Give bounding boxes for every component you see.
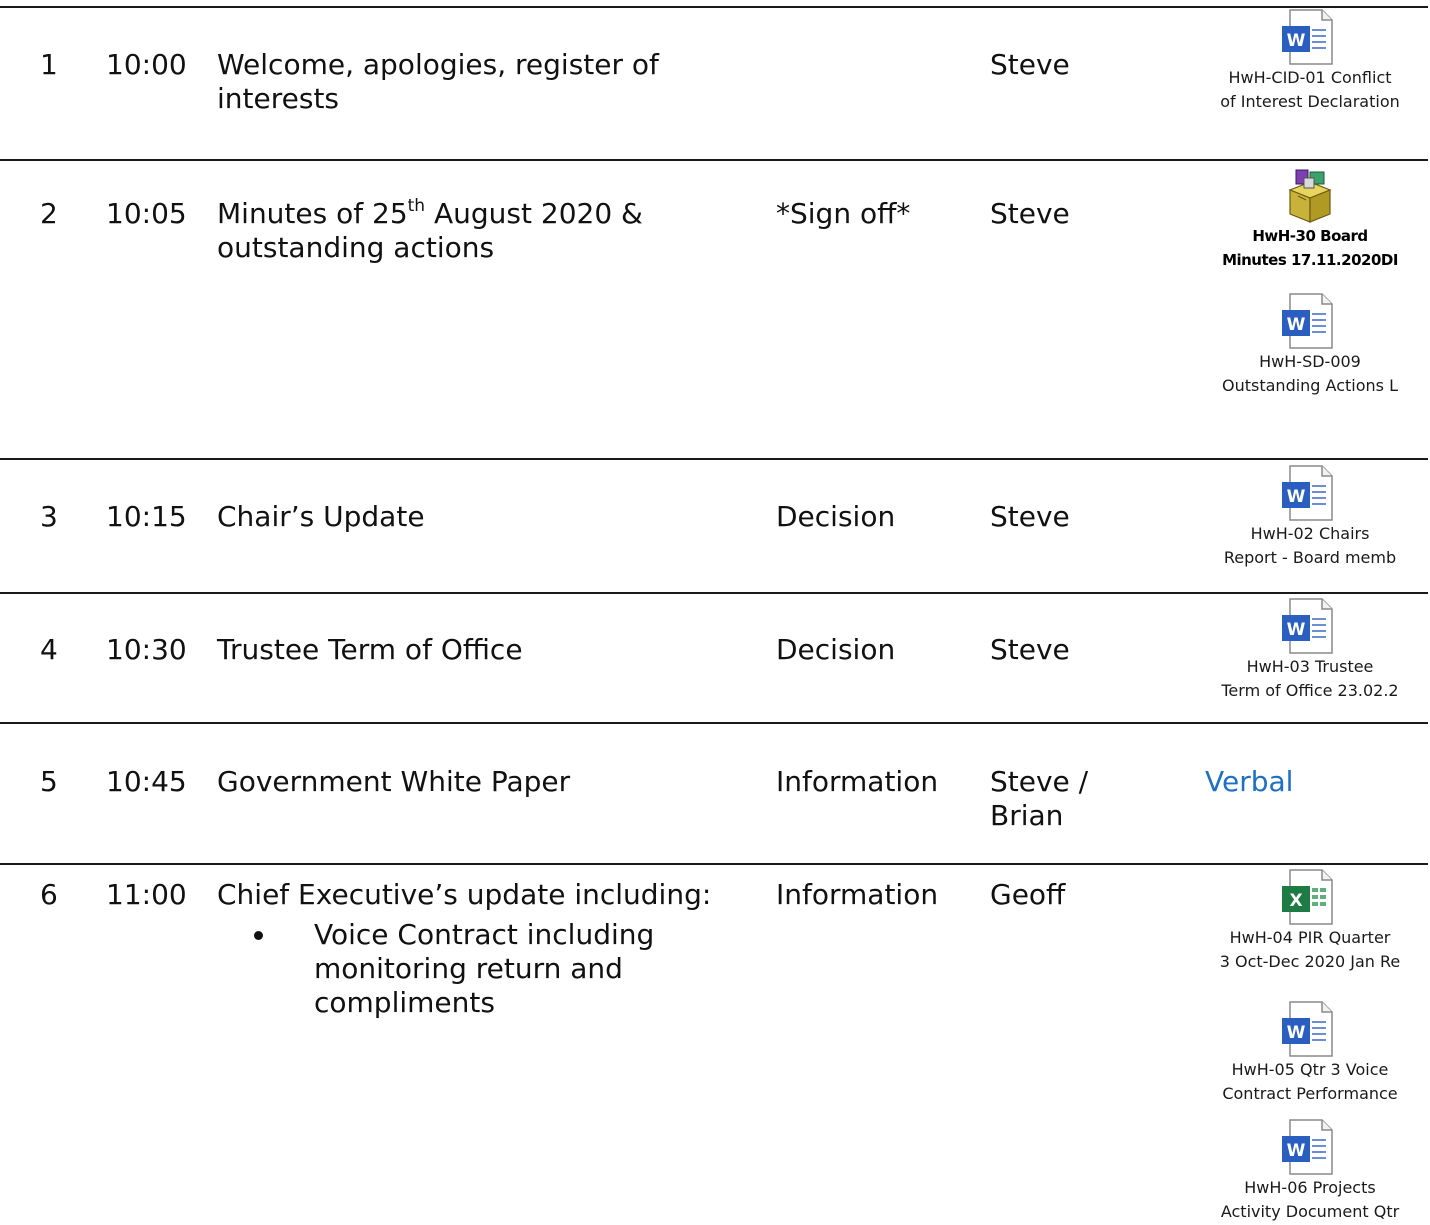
item-lead: Geoff: [990, 878, 1066, 911]
item-lead-part: Brian: [990, 799, 1064, 832]
agenda-page: 1 10:00 Welcome, apologies, register of …: [0, 0, 1430, 1225]
item-number: 5: [40, 765, 58, 798]
attachment-pir-quarter[interactable]: HwH-04 PIR Quarter 3 Oct-Dec 2020 Jan Re: [1195, 868, 1425, 974]
item-title-part: outstanding actions: [217, 231, 495, 264]
item-time: 10:15: [106, 500, 187, 533]
item-number: 3: [40, 500, 58, 533]
attachment-caption: Outstanding Actions L: [1222, 376, 1398, 395]
attachment-caption: Report - Board memb: [1223, 548, 1397, 567]
item-type: *Sign off*: [776, 197, 911, 230]
item-title: Minutes of 25th August 2020 & outstandin…: [217, 197, 757, 265]
row-divider: [0, 863, 1428, 865]
item-bullets: Voice Contract including monitoring retu…: [250, 918, 720, 1020]
attachment-caption: Contract Performance: [1222, 1084, 1398, 1103]
word-doc-icon: [1278, 597, 1342, 655]
bullet-item: Voice Contract including monitoring retu…: [250, 918, 720, 1020]
item-title: Government White Paper: [217, 765, 571, 798]
attachment-voice-contract[interactable]: HwH-05 Qtr 3 Voice Contract Performance: [1195, 1000, 1425, 1106]
item-number: 2: [40, 197, 58, 230]
attachment-caption: Term of Office 23.02.2: [1221, 681, 1399, 700]
word-doc-icon: [1278, 1118, 1342, 1176]
item-title-part: August 2020 &: [425, 197, 643, 230]
excel-doc-icon: [1278, 868, 1342, 926]
attachment-caption: Minutes 17.11.2020DI: [1222, 251, 1398, 269]
item-type: Information: [776, 765, 939, 798]
item-time: 10:45: [106, 765, 187, 798]
row-divider: [0, 159, 1428, 161]
item-time: 10:00: [106, 48, 187, 81]
item-type: Decision: [776, 633, 896, 666]
attachment-caption: of Interest Declaration: [1220, 92, 1400, 111]
verbal-link[interactable]: Verbal: [1205, 765, 1293, 799]
word-doc-icon: [1278, 464, 1342, 522]
item-time: 11:00: [106, 878, 187, 911]
item-number: 1: [40, 48, 58, 81]
attachment-caption: Activity Document Qtr: [1220, 1202, 1400, 1221]
item-lead: Steve: [990, 197, 1070, 230]
attachment-chairs-report[interactable]: HwH-02 Chairs Report - Board memb: [1195, 464, 1425, 570]
item-number: 6: [40, 878, 58, 911]
word-doc-icon: [1278, 8, 1342, 66]
attachment-trustee-term[interactable]: HwH-03 Trustee Term of Office 23.02.2: [1195, 597, 1425, 703]
row-divider: [0, 458, 1428, 460]
item-number: 4: [40, 633, 58, 666]
item-time: 10:05: [106, 197, 187, 230]
item-time: 10:30: [106, 633, 187, 666]
item-lead-part: Steve /: [990, 765, 1089, 798]
item-title: Trustee Term of Office: [217, 633, 523, 666]
attachment-caption: 3 Oct-Dec 2020 Jan Re: [1219, 952, 1401, 971]
attachment-caption: HwH-02 Chairs: [1250, 524, 1370, 543]
ordinal-suffix: th: [407, 195, 426, 216]
item-lead: Steve: [990, 633, 1070, 666]
item-title: Welcome, apologies, register of interest…: [217, 48, 659, 115]
item-title-part: Minutes of 25: [217, 197, 408, 230]
item-lead: Steve: [990, 500, 1070, 533]
item-type: Information: [776, 878, 939, 911]
attachment-caption: HwH-03 Trustee: [1246, 657, 1374, 676]
row-divider: [0, 722, 1428, 724]
attachment-caption: HwH-CID-01 Conflict: [1228, 68, 1392, 87]
item-lead: Steve: [990, 48, 1070, 81]
bullet-dot: [254, 931, 263, 940]
attachment-caption: HwH-04 PIR Quarter: [1229, 928, 1391, 947]
item-title: Chair’s Update: [217, 500, 425, 533]
attachment-conflict-of-interest[interactable]: HwH-CID-01 Conflict of Interest Declarat…: [1195, 8, 1425, 114]
attachment-projects-activity[interactable]: HwH-06 Projects Activity Document Qtr: [1195, 1118, 1425, 1224]
row-divider: [0, 592, 1428, 594]
attachment-caption: HwH-SD-009: [1259, 352, 1361, 371]
attachment-caption: HwH-30 Board: [1252, 227, 1368, 245]
package-icon: [1278, 166, 1342, 224]
attachment-caption: HwH-05 Qtr 3 Voice: [1231, 1060, 1389, 1079]
attachment-outstanding-actions[interactable]: HwH-SD-009 Outstanding Actions L: [1195, 292, 1425, 398]
item-type: Decision: [776, 500, 896, 533]
bullet-text: Voice Contract including monitoring retu…: [314, 918, 655, 1019]
attachment-board-minutes[interactable]: HwH-30 Board Minutes 17.11.2020DI: [1195, 166, 1425, 272]
attachment-caption: HwH-06 Projects: [1244, 1178, 1376, 1197]
word-doc-icon: [1278, 292, 1342, 350]
item-lead: Steve / Brian: [990, 765, 1170, 833]
word-doc-icon: [1278, 1000, 1342, 1058]
item-title: Chief Executive’s update including:: [217, 878, 712, 911]
